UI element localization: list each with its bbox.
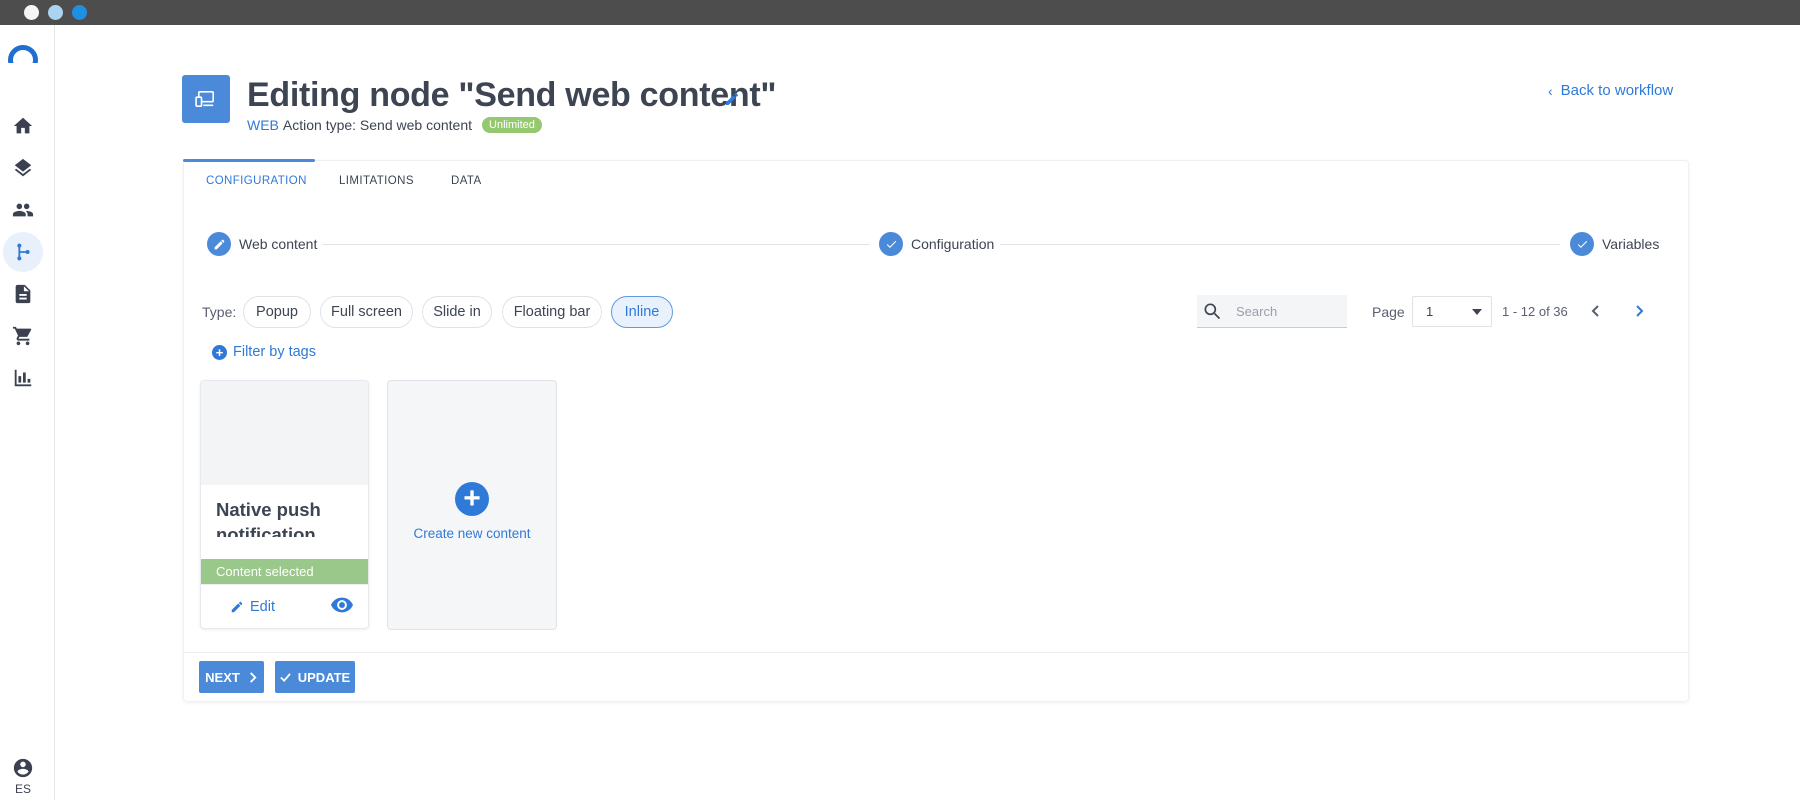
sidebar-item-documents[interactable] bbox=[0, 274, 46, 314]
step-web-content[interactable]: Web content bbox=[207, 232, 317, 256]
type-filter-label: Type: bbox=[202, 304, 237, 320]
people-icon bbox=[12, 203, 34, 217]
search-icon bbox=[1204, 303, 1221, 320]
document-icon bbox=[15, 284, 31, 304]
page-title: Editing node "Send web content" bbox=[247, 76, 777, 114]
search-box bbox=[1197, 295, 1347, 328]
create-new-content-card[interactable]: + Create new content bbox=[387, 380, 557, 630]
content-card-actions: Edit bbox=[201, 584, 368, 628]
step-variables[interactable]: Variables bbox=[1570, 232, 1659, 256]
back-link-label: Back to workflow bbox=[1560, 82, 1674, 99]
type-chip-inline[interactable]: Inline bbox=[611, 296, 673, 328]
next-page-button[interactable] bbox=[1628, 300, 1650, 322]
type-chip-slide-in[interactable]: Slide in bbox=[422, 296, 492, 328]
step-label: Variables bbox=[1602, 236, 1660, 252]
pencil-icon bbox=[231, 601, 243, 613]
content-card[interactable]: Native push notification Content selecte… bbox=[200, 380, 369, 629]
previous-page-button[interactable] bbox=[1585, 300, 1607, 322]
sidebar: ES bbox=[0, 25, 55, 800]
layers-icon bbox=[14, 158, 32, 177]
chevron-left-icon: ‹ bbox=[1548, 82, 1553, 99]
window-maximize-button[interactable] bbox=[72, 5, 87, 20]
channel-label: WEB bbox=[247, 117, 279, 133]
content-name: Native push notification bbox=[216, 499, 321, 537]
check-icon bbox=[1577, 240, 1587, 248]
search-input[interactable] bbox=[1236, 303, 1336, 319]
chevron-right-icon bbox=[1636, 305, 1644, 317]
step-connector bbox=[322, 244, 870, 245]
sidebar-item-people[interactable] bbox=[0, 190, 46, 230]
window-minimize-button[interactable] bbox=[48, 5, 63, 20]
update-button[interactable]: UPDATE bbox=[275, 661, 355, 693]
limit-badge: Unlimited bbox=[482, 117, 542, 133]
bar-chart-icon bbox=[14, 369, 32, 387]
create-new-content-label: Create new content bbox=[413, 525, 531, 541]
content-selected-status: Content selected bbox=[201, 559, 368, 584]
type-chip-popup[interactable]: Popup bbox=[243, 296, 311, 328]
next-label: NEXT bbox=[205, 669, 240, 685]
workflow-icon bbox=[17, 243, 30, 261]
update-label: UPDATE bbox=[297, 669, 351, 685]
pencil-icon bbox=[726, 93, 738, 105]
active-tab-indicator bbox=[183, 159, 315, 162]
window-close-button[interactable] bbox=[24, 5, 39, 20]
eye-icon bbox=[331, 597, 353, 612]
step-label: Configuration bbox=[911, 236, 995, 252]
filter-by-tags-link[interactable]: + Filter by tags bbox=[212, 344, 316, 360]
page-select[interactable]: 1 bbox=[1412, 296, 1492, 327]
next-button[interactable]: NEXT bbox=[199, 661, 264, 693]
type-chip-floating-bar[interactable]: Floating bar bbox=[502, 296, 602, 328]
node-subtitle: WEB Action type: Send web content Unlimi… bbox=[247, 117, 542, 133]
sidebar-item-layers[interactable] bbox=[0, 148, 46, 188]
chevron-right-icon bbox=[249, 671, 257, 683]
home-icon bbox=[13, 117, 33, 134]
filter-by-tags-label: Filter by tags bbox=[233, 344, 316, 360]
step-connector bbox=[1000, 244, 1560, 245]
add-circle-icon: + bbox=[212, 344, 227, 360]
step-configuration[interactable]: Configuration bbox=[879, 232, 994, 256]
sidebar-item-workflow[interactable] bbox=[0, 232, 46, 272]
chevron-left-icon bbox=[1591, 305, 1599, 317]
page-label: Page bbox=[1372, 304, 1405, 320]
brand-logo[interactable] bbox=[8, 45, 38, 63]
language-code: ES bbox=[14, 782, 31, 796]
type-chip-full-screen[interactable]: Full screen bbox=[320, 296, 413, 328]
edit-title-button[interactable] bbox=[724, 91, 742, 109]
footer-divider bbox=[183, 652, 1689, 653]
pencil-icon bbox=[214, 239, 224, 249]
page-select-value: 1 bbox=[1426, 304, 1434, 319]
tab-limitations[interactable]: LIMITATIONS bbox=[339, 175, 414, 187]
preview-content-button[interactable] bbox=[331, 597, 353, 618]
content-thumbnail bbox=[201, 381, 368, 485]
add-circle-icon: + bbox=[455, 481, 489, 516]
check-icon bbox=[886, 240, 896, 248]
check-icon bbox=[280, 672, 291, 682]
caret-down-icon bbox=[1472, 308, 1482, 315]
tab-configuration[interactable]: CONFIGURATION bbox=[206, 175, 307, 187]
window-titlebar bbox=[0, 0, 1800, 25]
back-to-workflow-link[interactable]: ‹ Back to workflow bbox=[1548, 82, 1673, 99]
cart-icon bbox=[12, 326, 32, 346]
sidebar-item-home[interactable] bbox=[0, 106, 46, 146]
sidebar-item-cart[interactable] bbox=[0, 316, 46, 356]
action-type-label: Action type: Send web content bbox=[282, 117, 473, 133]
tab-data[interactable]: DATA bbox=[451, 175, 482, 187]
user-menu[interactable]: ES bbox=[0, 757, 46, 796]
edit-content-button[interactable]: Edit bbox=[230, 599, 275, 615]
sidebar-item-analytics[interactable] bbox=[0, 358, 46, 398]
web-channel-icon bbox=[182, 75, 230, 123]
account-circle-icon bbox=[13, 758, 33, 778]
pagination-range: 1 - 12 of 36 bbox=[1502, 304, 1568, 319]
edit-label: Edit bbox=[250, 599, 275, 615]
step-label: Web content bbox=[239, 236, 318, 252]
